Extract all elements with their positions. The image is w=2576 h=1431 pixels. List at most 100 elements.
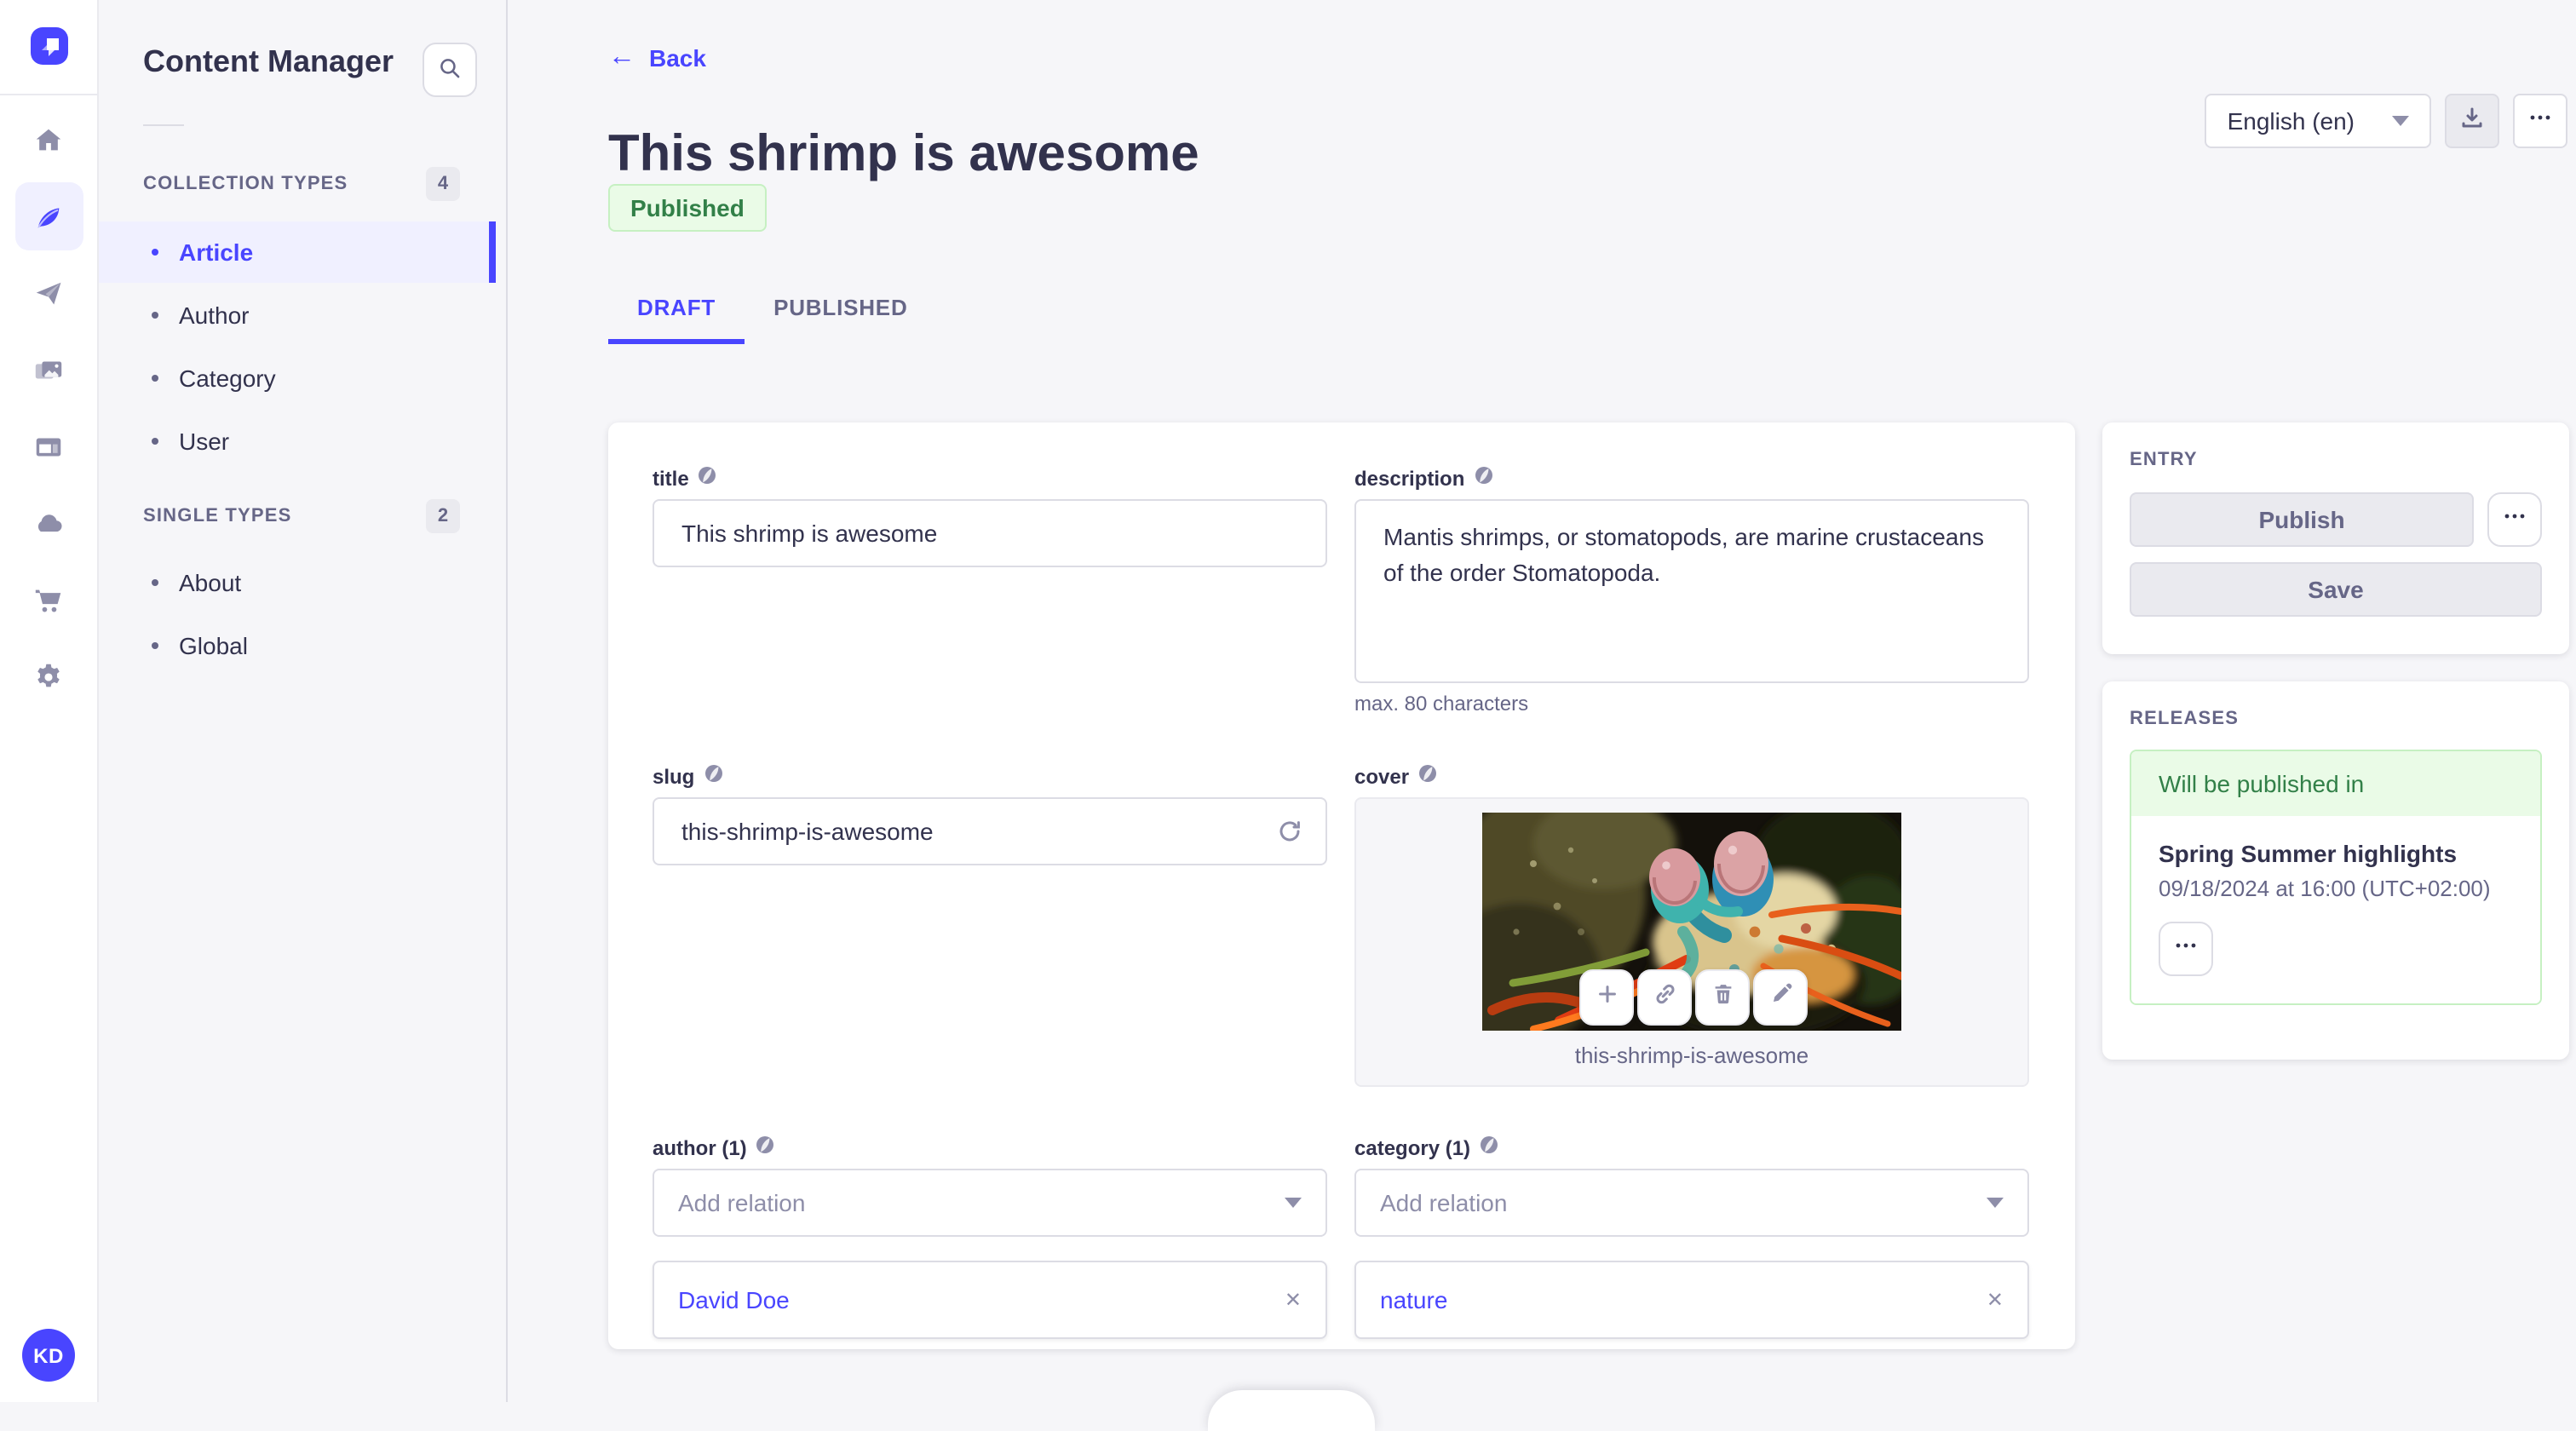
description-textarea[interactable]: Mantis shrimps, or stomatopods, are mari…: [1354, 499, 2029, 683]
tab-draft[interactable]: DRAFT: [608, 276, 745, 344]
content-manager-feather-icon[interactable]: [14, 182, 83, 250]
search-button[interactable]: [423, 43, 477, 97]
marketplace-cart-icon[interactable]: [21, 572, 76, 627]
regenerate-slug-icon[interactable]: [1269, 811, 1310, 852]
field-label-text: cover: [1354, 764, 1410, 788]
chevron-down-icon: [1285, 1198, 1302, 1208]
cover-actions-toolbar: [1579, 969, 1808, 1026]
save-button[interactable]: Save: [2130, 562, 2542, 617]
tab-published[interactable]: PUBLISHED: [745, 276, 936, 344]
locale-value: English (en): [2227, 107, 2355, 135]
sidebar-item-author[interactable]: Author: [97, 284, 496, 346]
field-label-text: title: [653, 466, 689, 490]
collection-types-count-badge: 4: [426, 167, 460, 201]
title-input[interactable]: [653, 499, 1327, 567]
sidebar-item-user[interactable]: User: [97, 411, 496, 472]
sidebar-item-label: Author: [179, 302, 250, 329]
sidebar-item-label: Global: [179, 632, 248, 659]
locale-globe-icon: [1479, 1135, 1499, 1160]
author-field-label: author (1): [653, 1135, 1327, 1160]
home-icon[interactable]: [21, 112, 76, 167]
locale-select[interactable]: English (en): [2205, 94, 2431, 148]
chevron-down-icon: [1987, 1198, 2004, 1208]
sidebar-item-label: User: [179, 428, 230, 455]
releases-panel: RELEASES Will be published in Spring Sum…: [2102, 681, 2569, 1060]
locale-globe-icon: [698, 465, 718, 491]
relation-link[interactable]: nature: [1380, 1286, 1447, 1313]
header-controls: English (en): [2205, 94, 2567, 148]
user-avatar[interactable]: KD: [22, 1329, 75, 1382]
author-relation-combobox[interactable]: Add relation: [653, 1169, 1327, 1237]
section-label: COLLECTION TYPES: [143, 174, 348, 194]
release-date: 09/18/2024 at 16:00 (UTC+02:00): [2159, 876, 2491, 901]
slug-input[interactable]: [653, 797, 1327, 865]
sidebar-item-category[interactable]: Category: [97, 348, 496, 409]
relation-link[interactable]: David Doe: [678, 1286, 790, 1313]
bullet-icon: [152, 375, 158, 382]
media-library-icon[interactable]: [21, 342, 76, 397]
release-card: Will be published in Spring Summer highl…: [2130, 750, 2542, 1005]
edit-form-card: title description Mantis shrimps, or sto…: [608, 422, 2075, 1349]
back-link[interactable]: ← Back: [608, 43, 706, 72]
content-manager-sidebar: Content Manager COLLECTION TYPES 4 Artic…: [97, 0, 508, 1402]
cover-field-label: cover: [1354, 763, 2029, 789]
content-type-builder-icon[interactable]: [21, 419, 76, 474]
delete-media-button[interactable]: [1695, 969, 1750, 1026]
locale-globe-icon: [756, 1135, 776, 1160]
copy-link-button[interactable]: [1637, 969, 1692, 1026]
field-label-text: slug: [653, 764, 695, 788]
single-types-header: SINGLE TYPES 2: [143, 499, 460, 533]
cover-media-field: this-shrimp-is-awesome: [1354, 797, 2029, 1087]
release-more-button[interactable]: [2159, 922, 2213, 976]
ellipsis-icon: [2527, 103, 2554, 139]
sidebar-item-article[interactable]: Article: [97, 221, 496, 283]
field-label-text: description: [1354, 466, 1465, 490]
relation-placeholder: Add relation: [1380, 1189, 1508, 1216]
publish-button[interactable]: Publish: [2130, 492, 2474, 547]
sidebar-item-global[interactable]: Global: [97, 615, 496, 676]
remove-relation-icon[interactable]: ✕: [1285, 1288, 1302, 1312]
section-label: SINGLE TYPES: [143, 506, 292, 526]
remove-relation-icon[interactable]: ✕: [1987, 1288, 2004, 1312]
single-types-count-badge: 2: [426, 499, 460, 533]
field-label-text: author (1): [653, 1135, 747, 1159]
sidebar-item-label: About: [179, 569, 242, 596]
entry-panel: ENTRY Publish Save: [2102, 422, 2569, 654]
ellipsis-icon: [2172, 931, 2199, 967]
collection-types-header: COLLECTION TYPES 4: [143, 167, 460, 201]
description-hint: max. 80 characters: [1354, 692, 1529, 716]
ellipsis-icon: [2501, 502, 2528, 537]
cloud-icon[interactable]: [21, 496, 76, 550]
edit-media-button[interactable]: [1753, 969, 1808, 1026]
slug-field: [653, 797, 1327, 865]
entry-heading: ENTRY: [2130, 450, 2198, 470]
sidebar-item-about[interactable]: About: [97, 552, 496, 613]
strapi-logo-icon[interactable]: [31, 27, 68, 65]
bullet-icon: [152, 438, 158, 445]
more-options-button[interactable]: [2513, 94, 2567, 148]
entry-more-button[interactable]: [2487, 492, 2542, 547]
field-label-text: category (1): [1354, 1135, 1471, 1159]
bullet-icon: [152, 642, 158, 649]
download-icon: [2458, 103, 2486, 139]
slug-field-label: slug: [653, 763, 1327, 789]
floating-widget-pill[interactable]: [1208, 1390, 1375, 1431]
add-media-button[interactable]: [1579, 969, 1634, 1026]
author-relation-item: David Doe ✕: [653, 1261, 1327, 1339]
main-nav-rail: KD: [0, 0, 99, 1402]
settings-gear-icon[interactable]: [21, 649, 76, 704]
search-icon: [436, 54, 463, 86]
download-button[interactable]: [2445, 94, 2499, 148]
page-title: This shrimp is awesome: [608, 126, 1199, 183]
sidebar-item-label: Article: [179, 238, 254, 266]
category-relation-combobox[interactable]: Add relation: [1354, 1169, 2029, 1237]
divider: [143, 124, 184, 126]
app: KD Content Manager COLLECTION TYPES 4 Ar…: [0, 0, 2576, 1431]
release-title[interactable]: Spring Summer highlights: [2159, 840, 2513, 867]
paper-plane-icon[interactable]: [21, 266, 76, 320]
link-icon: [1652, 980, 1677, 1014]
back-label: Back: [649, 44, 706, 72]
trash-icon: [1710, 980, 1735, 1014]
published-status-badge: Published: [608, 184, 767, 232]
category-field-label: category (1): [1354, 1135, 2029, 1160]
